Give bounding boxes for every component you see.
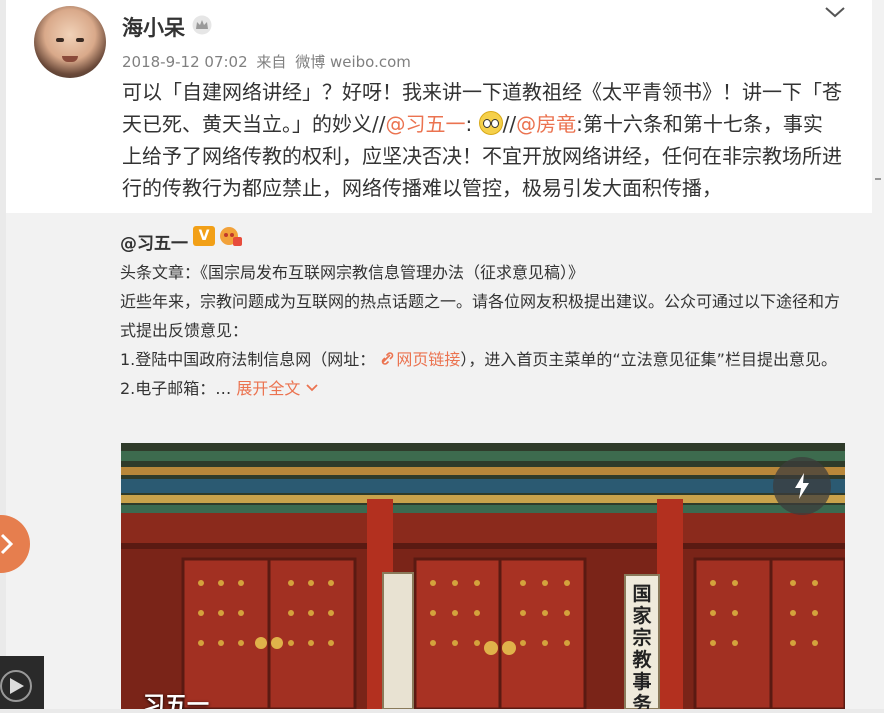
post-text-colon: : bbox=[465, 112, 473, 136]
wonder-emoji-icon bbox=[478, 111, 503, 135]
post-meta: 2018-9-12 07:02 来自 微博 weibo.com bbox=[122, 51, 415, 72]
chevron-down-icon bbox=[306, 384, 319, 392]
post-text-sep: // bbox=[502, 112, 517, 136]
video-toggle-button[interactable] bbox=[0, 656, 44, 709]
lightning-icon bbox=[795, 473, 809, 499]
avatar[interactable] bbox=[34, 6, 106, 78]
sign-text-right: 国家宗教事务局 bbox=[632, 583, 652, 709]
play-icon bbox=[0, 670, 32, 702]
mention-link[interactable]: @房竜 bbox=[516, 112, 576, 136]
avatar-eye-right bbox=[76, 38, 84, 42]
post-date[interactable]: 2018-9-12 07:02 bbox=[122, 53, 248, 71]
post-body: 可以「自建网络讲经」？好呀！我来讲一下道教祖经《太平青领书》！讲一下「苍天已死、… bbox=[122, 76, 842, 204]
repost-headline[interactable]: 头条文章：《国宗局发布互联网宗教信息管理办法（征求意见稿）》 bbox=[120, 258, 850, 287]
chevron-down-icon[interactable] bbox=[824, 4, 846, 20]
verified-badge-icon: V bbox=[193, 226, 215, 246]
repost-body: 头条文章：《国宗局发布互联网宗教信息管理办法（征求意见稿）》 近些年来，宗教问题… bbox=[120, 258, 850, 403]
crown-icon bbox=[192, 15, 212, 35]
repost-item-2: 2.电子邮箱：… 展开全文 bbox=[120, 374, 850, 403]
repost-item-1-before: 1.登陆中国政府法制信息网（网址： bbox=[120, 350, 376, 369]
expand-full-text-button[interactable]: 展开全文 bbox=[236, 379, 319, 398]
repost-intro: 近些年来，宗教问题成为互联网的热点话题之一。请各位网友积极提出建议。公众可通过以… bbox=[120, 292, 841, 340]
scrollbar[interactable] bbox=[872, 0, 884, 709]
flash-button[interactable] bbox=[773, 457, 831, 515]
repost-author[interactable]: @习五一 bbox=[120, 229, 188, 254]
next-arrow-button[interactable] bbox=[0, 515, 30, 573]
article-cover-image[interactable]: 国家宗教事务局 习五一 bbox=[121, 443, 845, 709]
post-source[interactable]: 微博 weibo.com bbox=[295, 53, 411, 71]
avatar-eye-left bbox=[56, 38, 64, 42]
expand-label: 展开全文 bbox=[236, 379, 301, 398]
gate-illustration bbox=[121, 443, 845, 709]
post-from-label: 来自 bbox=[256, 53, 287, 71]
scroll-grip[interactable] bbox=[875, 178, 881, 180]
reposted-content: @习五一 V 头条文章：《国宗局发布互联网宗教信息管理办法（征求意见稿）》 近些… bbox=[6, 213, 872, 709]
post-author-name[interactable]: 海小呆 bbox=[122, 12, 185, 42]
lucky-badge-icon bbox=[220, 227, 242, 246]
avatar-mouth bbox=[62, 56, 78, 62]
web-link[interactable]: 网页链接 bbox=[396, 350, 460, 369]
repost-item-2-text: 2.电子邮箱：… bbox=[120, 379, 232, 398]
photo-caption: 习五一 bbox=[143, 693, 210, 709]
repost-item-1: 1.登陆中国政府法制信息网（网址： 网页链接），进入首页主菜单的“立法意见征集”… bbox=[120, 345, 850, 374]
mention-link[interactable]: @习五一 bbox=[385, 112, 465, 136]
chevron-right-icon bbox=[0, 533, 14, 555]
repost-item-1-after: ），进入首页主菜单的“立法意见征集”栏目提出意见。 bbox=[460, 350, 837, 369]
link-chain-icon bbox=[382, 352, 394, 365]
